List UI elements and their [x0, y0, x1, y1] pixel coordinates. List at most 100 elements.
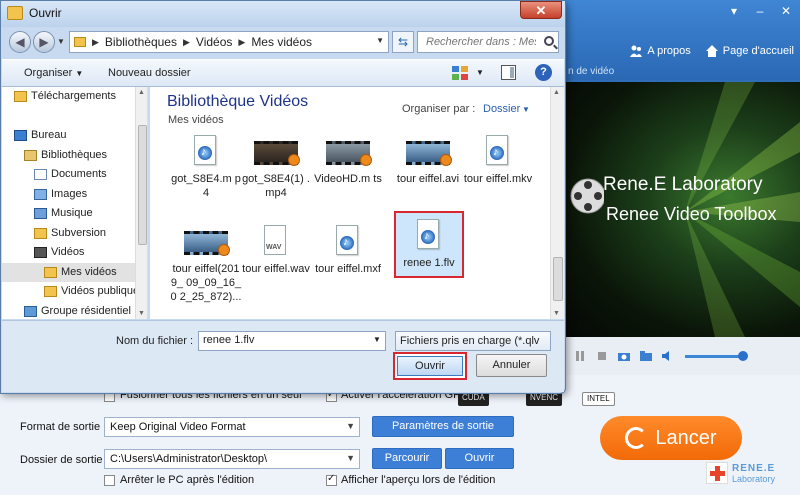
chevron-down-icon[interactable]: ▼ — [376, 36, 384, 45]
recent-locations-dropdown[interactable]: ▼ — [57, 37, 65, 46]
about-link[interactable]: A propos — [629, 44, 691, 58]
new-folder-button[interactable]: Nouveau dossier — [108, 67, 191, 79]
breadcrumb-libraries[interactable]: Bibliothèques — [105, 35, 177, 49]
rene-cross-logo-icon — [706, 462, 728, 484]
tree-item[interactable]: Musique — [2, 204, 147, 223]
refresh-button[interactable]: ⇆ — [392, 31, 414, 53]
help-icon[interactable]: ? — [535, 64, 552, 81]
back-button[interactable]: ◀ — [9, 31, 31, 53]
search-input[interactable] — [418, 32, 536, 52]
format-label: Format de sortie : — [20, 421, 107, 433]
format-select[interactable]: Keep Original Video Format ▼ — [104, 417, 360, 437]
file-item[interactable]: VideoHD.m ts — [312, 135, 384, 186]
file-list-scrollbar-thumb[interactable] — [553, 257, 563, 301]
tree-item-label: Musique — [51, 207, 93, 219]
output-params-button[interactable]: Paramètres de sortie — [372, 416, 514, 437]
chevron-down-icon[interactable]: ▼ — [476, 68, 484, 77]
search-box — [417, 31, 559, 53]
file-item[interactable]: tour eiffel(2019_ 09_09_16_0 2_25_872)..… — [170, 225, 242, 304]
chevron-right-icon[interactable]: ▶ — [238, 37, 245, 48]
navigation-scrollbar[interactable]: ▲ ▼ — [135, 87, 147, 319]
file-item[interactable]: tour eiffel.mxf — [312, 225, 384, 276]
home-link[interactable]: Page d'accueil — [705, 44, 794, 58]
file-type-filter[interactable]: Fichiers pris en charge (*.qlv — [395, 331, 551, 351]
subversion-icon — [34, 228, 47, 239]
tree-item-label: Groupe résidentiel — [41, 305, 131, 317]
brand-line-1: Rene.E Laboratory — [603, 174, 763, 195]
chevron-down-icon[interactable]: ▼ — [522, 105, 530, 114]
volume-slider[interactable] — [685, 350, 748, 361]
open-folder-button[interactable]: Ouvrir — [445, 448, 514, 469]
folder-icon[interactable] — [639, 349, 653, 363]
file-item[interactable]: WAV tour eiffel.wav — [240, 225, 312, 276]
tree-item[interactable]: Subversion — [2, 224, 147, 243]
tree-item[interactable]: Vidéos publiques — [2, 282, 147, 301]
filename-input[interactable]: renee 1.flv — [198, 331, 386, 351]
screenshot-camera-icon[interactable] — [617, 349, 631, 363]
tree-item-label: Documents — [51, 168, 107, 180]
open-button[interactable]: Ouvrir — [393, 352, 467, 380]
tree-item[interactable]: Images — [2, 185, 147, 204]
media-doc-icon — [184, 135, 228, 169]
forward-button[interactable]: ▶ — [33, 31, 55, 53]
about-label: A propos — [647, 45, 691, 57]
search-icon[interactable] — [544, 36, 554, 46]
app-subtitle: n de vidéo — [568, 66, 615, 77]
tree-item[interactable]: Groupe résidentiel — [2, 302, 147, 319]
file-list-scrollbar[interactable]: ▲ ▼ — [550, 87, 564, 319]
file-item[interactable]: got_S8E4.m p4 — [170, 135, 242, 200]
scroll-up-icon[interactable]: ▲ — [553, 89, 560, 96]
file-name: tour eiffel(2019_ 09_09_16_0 2_25_872)..… — [170, 263, 242, 303]
breadcrumb[interactable]: ▶ Bibliothèques ▶ Vidéos ▶ Mes vidéos ▼ — [69, 31, 389, 53]
refresh-icon — [625, 427, 648, 449]
cancel-button[interactable]: Annuler — [476, 354, 547, 377]
audio-file-icon: WAV — [264, 225, 286, 255]
address-row: ◀ ▶ ▼ ▶ Bibliothèques ▶ Vidéos ▶ Mes vid… — [7, 29, 559, 55]
navigation-scrollbar-thumb[interactable] — [138, 125, 147, 245]
scroll-down-icon[interactable]: ▼ — [138, 310, 145, 317]
file-item[interactable]: renee 1.flv — [394, 211, 464, 278]
organize-menu[interactable]: Organiser ▼ — [24, 67, 83, 79]
tree-item-label: Bibliothèques — [41, 149, 108, 161]
format-value: Keep Original Video Format — [110, 421, 246, 433]
scroll-down-icon[interactable]: ▼ — [553, 310, 560, 317]
output-folder-field[interactable]: C:\Users\Administrator\Desktop\ ▼ — [104, 449, 360, 469]
dialog-footer: Nom du fichier : renee 1.flv ▼ Fichiers … — [2, 320, 564, 392]
tree-item[interactable]: Vidéos — [2, 243, 147, 262]
breadcrumb-my-videos[interactable]: Mes vidéos — [251, 35, 312, 49]
chevron-right-icon[interactable]: ▶ — [183, 37, 190, 48]
chevron-right-icon[interactable]: ▶ — [92, 37, 99, 48]
tree-item[interactable]: Bureau — [2, 126, 147, 145]
tree-item[interactable]: Bibliothèques — [2, 146, 147, 165]
tree-item-label: Mes vidéos — [61, 266, 117, 278]
app-menu-button[interactable]: ▾ — [726, 4, 742, 18]
dialog-titlebar[interactable]: Ouvrir ✕ — [1, 1, 565, 27]
videos-icon — [34, 247, 47, 258]
tree-item[interactable]: Téléchargements — [2, 87, 147, 106]
breadcrumb-videos[interactable]: Vidéos — [196, 35, 232, 49]
file-item[interactable]: tour eiffel.avi — [392, 135, 464, 186]
app-close-button[interactable]: ✕ — [778, 4, 794, 18]
tree-item[interactable]: Documents — [2, 165, 147, 184]
app-nav: A propos Page d'accueil — [629, 44, 794, 58]
file-item[interactable]: got_S8E4(1) .mp4 — [240, 135, 312, 200]
volume-slider-handle[interactable] — [738, 350, 748, 361]
arrange-by-select[interactable]: Dossier — [483, 103, 520, 115]
launch-button[interactable]: Lancer — [600, 416, 742, 460]
scroll-up-icon[interactable]: ▲ — [138, 89, 145, 96]
preview-checkbox[interactable] — [326, 473, 337, 486]
home-label: Page d'accueil — [722, 45, 794, 57]
tree-item[interactable]: Mes vidéos — [2, 263, 147, 282]
stop-icon[interactable] — [595, 349, 609, 363]
dialog-close-button[interactable]: ✕ — [520, 1, 562, 19]
browse-button[interactable]: Parcourir — [372, 448, 442, 469]
preview-pane-icon[interactable] — [501, 65, 516, 80]
pause-icon[interactable] — [573, 349, 587, 363]
view-options-icon[interactable] — [452, 66, 468, 80]
file-item[interactable]: tour eiffel.mkv — [462, 135, 534, 186]
volume-icon[interactable] — [661, 349, 675, 363]
app-minimize-button[interactable]: – — [752, 4, 768, 18]
shutdown-checkbox[interactable] — [104, 475, 115, 486]
chevron-down-icon[interactable]: ▼ — [373, 335, 381, 344]
folder-label: Dossier de sortie : — [20, 454, 109, 466]
